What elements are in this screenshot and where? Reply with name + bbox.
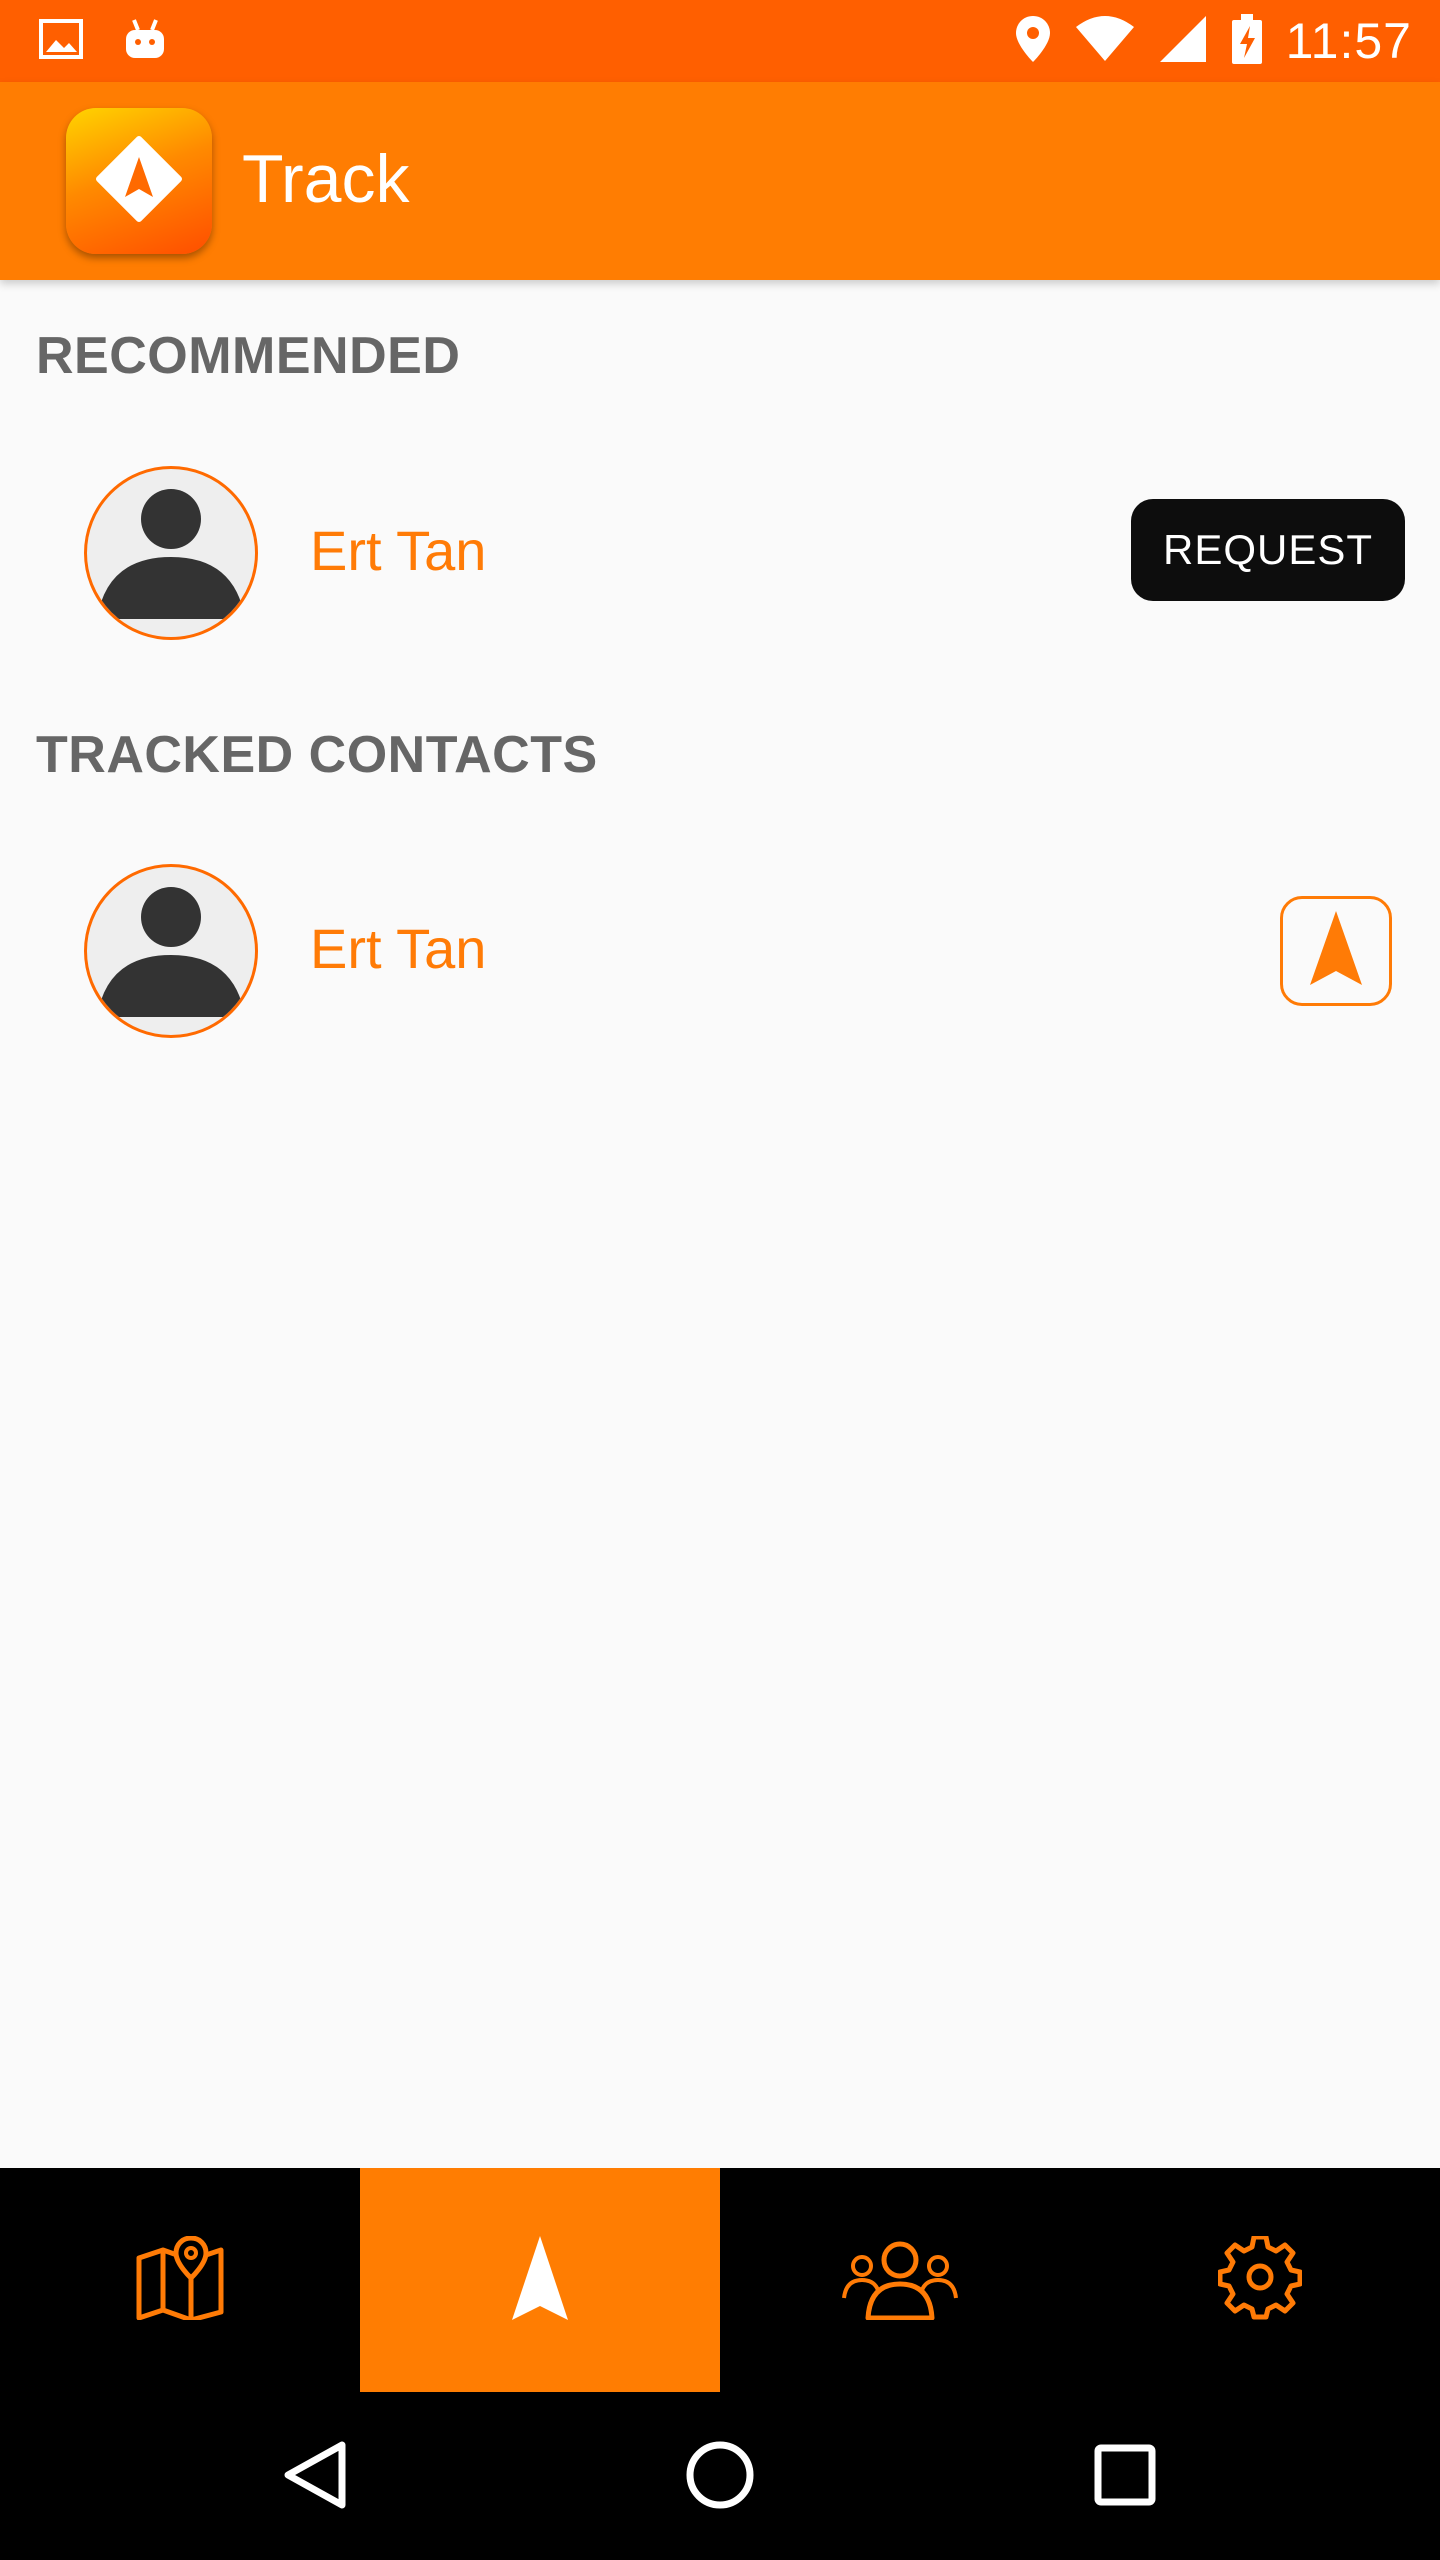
nav-item-settings[interactable]	[1080, 2168, 1440, 2392]
navigation-arrow-icon	[510, 2234, 570, 2327]
page-title: Track	[242, 141, 410, 217]
battery-charging-icon	[1230, 12, 1264, 71]
gear-icon	[1217, 2234, 1303, 2325]
contact-name: Ert Tan	[310, 519, 487, 582]
wifi-icon	[1074, 15, 1136, 68]
app-bar: Track	[0, 82, 1440, 280]
home-icon	[684, 2439, 756, 2516]
recents-icon	[1093, 2443, 1157, 2512]
person-icon	[97, 489, 245, 619]
track-contact-button[interactable]	[1280, 896, 1392, 1006]
person-icon	[97, 887, 245, 1017]
list-item[interactable]: Ert Tan	[0, 864, 1440, 1064]
bottom-nav	[0, 2168, 1440, 2392]
image-icon	[38, 18, 84, 65]
section-header-recommended: RECOMMENDED	[36, 327, 461, 385]
navigation-arrow-icon	[95, 135, 183, 228]
request-button[interactable]: REQUEST	[1131, 499, 1405, 601]
back-button[interactable]	[270, 2432, 360, 2522]
android-icon	[124, 16, 166, 67]
list-item[interactable]: Ert Tan REQUEST	[0, 466, 1440, 666]
navigation-arrow-icon	[1308, 909, 1364, 994]
map-pin-icon	[135, 2234, 225, 2325]
section-header-tracked-contacts: TRACKED CONTACTS	[36, 726, 598, 784]
nav-item-track[interactable]	[360, 2168, 720, 2392]
avatar	[84, 864, 258, 1038]
status-time: 11:57	[1285, 13, 1412, 69]
nav-item-map[interactable]	[0, 2168, 360, 2392]
signal-icon	[1158, 14, 1208, 69]
nav-item-contacts[interactable]	[720, 2168, 1080, 2392]
contacts-group-icon	[840, 2236, 960, 2325]
location-icon	[1014, 14, 1052, 69]
status-bar: 11:57	[0, 0, 1440, 82]
avatar	[84, 466, 258, 640]
app-logo	[66, 108, 212, 254]
system-nav	[0, 2392, 1440, 2560]
home-button[interactable]	[675, 2432, 765, 2522]
contact-name: Ert Tan	[310, 917, 487, 980]
back-icon	[280, 2439, 350, 2516]
recents-button[interactable]	[1080, 2432, 1170, 2522]
